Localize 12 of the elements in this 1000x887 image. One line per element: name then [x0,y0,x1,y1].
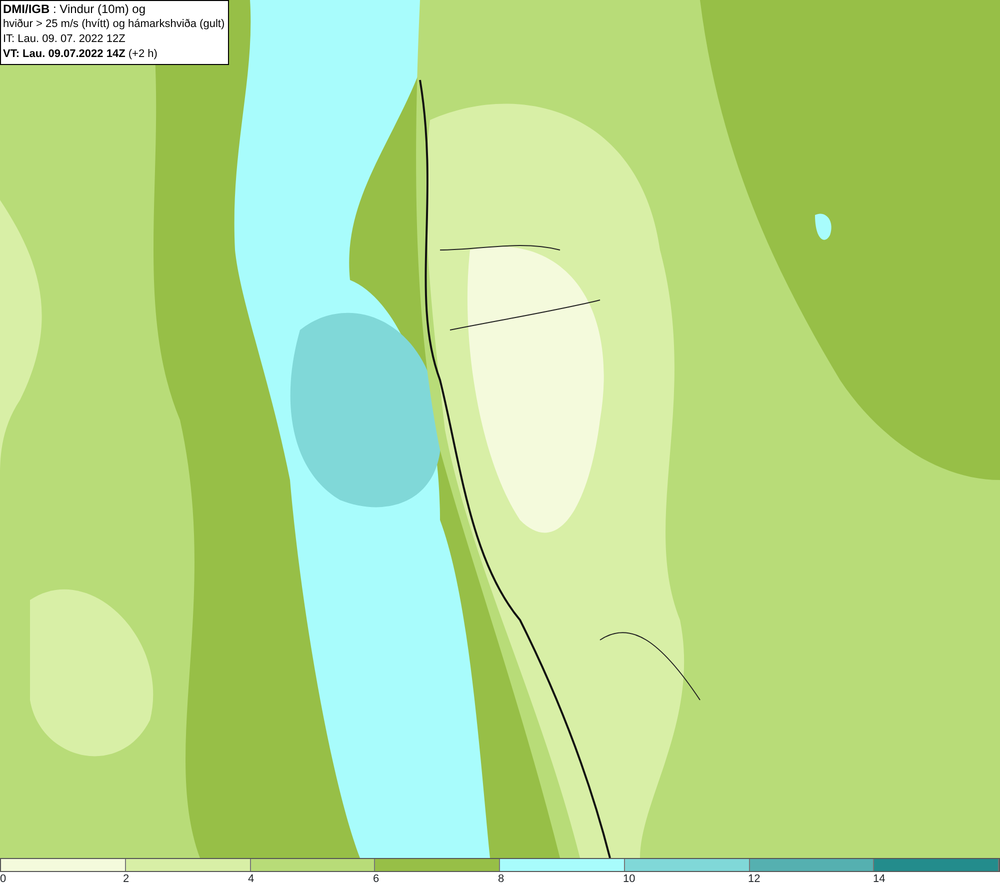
legend-label: 12 [748,872,760,886]
legend-label: 6 [373,872,380,886]
legend-label: 14 [873,872,886,886]
legend-label: 0 [0,872,6,886]
header-text: hviður > 25 m/s (hvítt) og hámarkshviða (gult) [3,17,225,32]
header-text: IT: Lau. 09. 07. 2022 12Z [3,32,126,47]
header-text: VT: Lau. 09.07.2022 14Z (+2 h) [3,47,158,62]
legend-label: 4 [248,872,254,886]
header-text: DMI/IGB : Vindur (10m) og [3,2,146,17]
legend-label: 10 [623,872,636,886]
legend-label: 2 [123,872,130,886]
legend-label: 8 [498,872,504,886]
